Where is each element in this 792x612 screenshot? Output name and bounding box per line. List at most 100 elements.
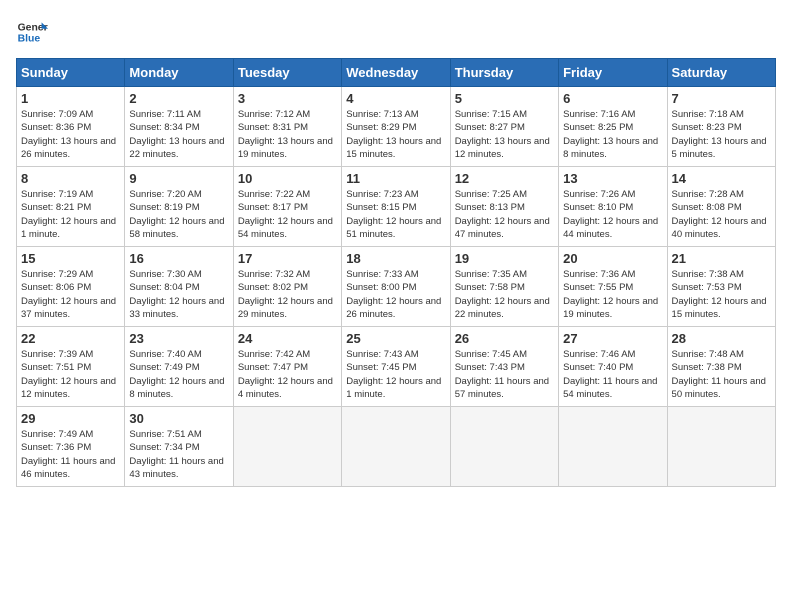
calendar-week-row: 1Sunrise: 7:09 AMSunset: 8:36 PMDaylight…: [17, 87, 776, 167]
calendar-cell: 25 Sunrise: 7:43 AMSunset: 7:45 PMDayligh…: [342, 327, 450, 407]
day-number: 15: [21, 251, 120, 266]
day-number: 9: [129, 171, 228, 186]
day-header-friday: Friday: [559, 59, 667, 87]
day-number: 4: [346, 91, 445, 106]
day-number: 2: [129, 91, 228, 106]
day-number: 20: [563, 251, 662, 266]
day-number: 3: [238, 91, 337, 106]
day-number: 6: [563, 91, 662, 106]
day-number: 7: [672, 91, 771, 106]
day-info: Sunrise: 7:36 AMSunset: 7:55 PMDaylight:…: [563, 268, 662, 321]
day-number: 8: [21, 171, 120, 186]
day-info: Sunrise: 7:23 AMSunset: 8:15 PMDaylight:…: [346, 188, 445, 241]
calendar-cell: 11 Sunrise: 7:23 AMSunset: 8:15 PMDayligh…: [342, 167, 450, 247]
day-number: 16: [129, 251, 228, 266]
calendar-cell: 5Sunrise: 7:15 AMSunset: 8:27 PMDaylight…: [450, 87, 558, 167]
day-number: 30: [129, 411, 228, 426]
day-info: Sunrise: 7:29 AMSunset: 8:06 PMDaylight:…: [21, 268, 120, 321]
day-header-thursday: Thursday: [450, 59, 558, 87]
day-info: Sunrise: 7:11 AMSunset: 8:34 PMDaylight:…: [129, 108, 228, 161]
day-number: 18: [346, 251, 445, 266]
day-info: Sunrise: 7:45 AMSunset: 7:43 PMDaylight:…: [455, 348, 554, 401]
calendar-cell: [233, 407, 341, 487]
calendar-cell: 21 Sunrise: 7:38 AMSunset: 7:53 PMDayligh…: [667, 247, 775, 327]
day-number: 13: [563, 171, 662, 186]
calendar-cell: 1Sunrise: 7:09 AMSunset: 8:36 PMDaylight…: [17, 87, 125, 167]
day-number: 29: [21, 411, 120, 426]
day-info: Sunrise: 7:39 AMSunset: 7:51 PMDaylight:…: [21, 348, 120, 401]
day-number: 17: [238, 251, 337, 266]
day-number: 28: [672, 331, 771, 346]
day-info: Sunrise: 7:13 AMSunset: 8:29 PMDaylight:…: [346, 108, 445, 161]
day-number: 12: [455, 171, 554, 186]
calendar-cell: 20 Sunrise: 7:36 AMSunset: 7:55 PMDayligh…: [559, 247, 667, 327]
calendar-cell: 17Sunrise: 7:32 AMSunset: 8:02 PMDayligh…: [233, 247, 341, 327]
calendar-cell: 13 Sunrise: 7:26 AMSunset: 8:10 PMDayligh…: [559, 167, 667, 247]
day-info: Sunrise: 7:18 AMSunset: 8:23 PMDaylight:…: [672, 108, 771, 161]
calendar-cell: 6 Sunrise: 7:16 AMSunset: 8:25 PMDaylight…: [559, 87, 667, 167]
calendar-cell: 14Sunrise: 7:28 AMSunset: 8:08 PMDayligh…: [667, 167, 775, 247]
calendar-week-row: 15 Sunrise: 7:29 AMSunset: 8:06 PMDayligh…: [17, 247, 776, 327]
calendar-week-row: 8 Sunrise: 7:19 AMSunset: 8:21 PMDaylight…: [17, 167, 776, 247]
day-info: Sunrise: 7:33 AMSunset: 8:00 PMDaylight:…: [346, 268, 445, 321]
page-header: General Blue: [16, 16, 776, 48]
calendar-cell: 15 Sunrise: 7:29 AMSunset: 8:06 PMDayligh…: [17, 247, 125, 327]
calendar-cell: 26 Sunrise: 7:45 AMSunset: 7:43 PMDayligh…: [450, 327, 558, 407]
calendar-cell: [667, 407, 775, 487]
day-info: Sunrise: 7:42 AMSunset: 7:47 PMDaylight:…: [238, 348, 337, 401]
calendar-cell: 12 Sunrise: 7:25 AMSunset: 8:13 PMDayligh…: [450, 167, 558, 247]
day-info: Sunrise: 7:20 AMSunset: 8:19 PMDaylight:…: [129, 188, 228, 241]
day-info: Sunrise: 7:38 AMSunset: 7:53 PMDaylight:…: [672, 268, 771, 321]
logo: General Blue: [16, 16, 48, 48]
calendar-table: SundayMondayTuesdayWednesdayThursdayFrid…: [16, 58, 776, 487]
calendar-cell: [342, 407, 450, 487]
day-number: 27: [563, 331, 662, 346]
day-number: 26: [455, 331, 554, 346]
day-info: Sunrise: 7:49 AMSunset: 7:36 PMDaylight:…: [21, 428, 120, 481]
logo-icon: General Blue: [16, 16, 48, 48]
svg-text:Blue: Blue: [18, 34, 41, 45]
day-number: 24: [238, 331, 337, 346]
calendar-cell: 8 Sunrise: 7:19 AMSunset: 8:21 PMDaylight…: [17, 167, 125, 247]
calendar-cell: 18 Sunrise: 7:33 AMSunset: 8:00 PMDayligh…: [342, 247, 450, 327]
calendar-cell: 24 Sunrise: 7:42 AMSunset: 7:47 PMDayligh…: [233, 327, 341, 407]
calendar-cell: 30 Sunrise: 7:51 AMSunset: 7:34 PMDayligh…: [125, 407, 233, 487]
day-info: Sunrise: 7:35 AMSunset: 7:58 PMDaylight:…: [455, 268, 554, 321]
day-info: Sunrise: 7:51 AMSunset: 7:34 PMDaylight:…: [129, 428, 228, 481]
day-header-sunday: Sunday: [17, 59, 125, 87]
calendar-cell: 16Sunrise: 7:30 AMSunset: 8:04 PMDayligh…: [125, 247, 233, 327]
calendar-week-row: 29 Sunrise: 7:49 AMSunset: 7:36 PMDayligh…: [17, 407, 776, 487]
day-info: Sunrise: 7:43 AMSunset: 7:45 PMDaylight:…: [346, 348, 445, 401]
day-info: Sunrise: 7:19 AMSunset: 8:21 PMDaylight:…: [21, 188, 120, 241]
calendar-cell: 22 Sunrise: 7:39 AMSunset: 7:51 PMDayligh…: [17, 327, 125, 407]
day-number: 22: [21, 331, 120, 346]
day-info: Sunrise: 7:48 AMSunset: 7:38 PMDaylight:…: [672, 348, 771, 401]
calendar-cell: 23Sunrise: 7:40 AMSunset: 7:49 PMDayligh…: [125, 327, 233, 407]
day-info: Sunrise: 7:26 AMSunset: 8:10 PMDaylight:…: [563, 188, 662, 241]
day-number: 10: [238, 171, 337, 186]
day-info: Sunrise: 7:25 AMSunset: 8:13 PMDaylight:…: [455, 188, 554, 241]
day-header-wednesday: Wednesday: [342, 59, 450, 87]
calendar-cell: 7 Sunrise: 7:18 AMSunset: 8:23 PMDaylight…: [667, 87, 775, 167]
day-info: Sunrise: 7:12 AMSunset: 8:31 PMDaylight:…: [238, 108, 337, 161]
day-number: 23: [129, 331, 228, 346]
day-info: Sunrise: 7:16 AMSunset: 8:25 PMDaylight:…: [563, 108, 662, 161]
day-info: Sunrise: 7:22 AMSunset: 8:17 PMDaylight:…: [238, 188, 337, 241]
day-header-saturday: Saturday: [667, 59, 775, 87]
calendar-cell: [559, 407, 667, 487]
calendar-cell: 29 Sunrise: 7:49 AMSunset: 7:36 PMDayligh…: [17, 407, 125, 487]
calendar-cell: 3 Sunrise: 7:12 AMSunset: 8:31 PMDaylight…: [233, 87, 341, 167]
day-header-tuesday: Tuesday: [233, 59, 341, 87]
calendar-week-row: 22 Sunrise: 7:39 AMSunset: 7:51 PMDayligh…: [17, 327, 776, 407]
day-info: Sunrise: 7:15 AMSunset: 8:27 PMDaylight:…: [455, 108, 554, 161]
calendar-cell: 10 Sunrise: 7:22 AMSunset: 8:17 PMDayligh…: [233, 167, 341, 247]
day-number: 21: [672, 251, 771, 266]
day-number: 11: [346, 171, 445, 186]
calendar-cell: 27 Sunrise: 7:46 AMSunset: 7:40 PMDayligh…: [559, 327, 667, 407]
calendar-header-row: SundayMondayTuesdayWednesdayThursdayFrid…: [17, 59, 776, 87]
calendar-cell: [450, 407, 558, 487]
calendar-cell: 4 Sunrise: 7:13 AMSunset: 8:29 PMDaylight…: [342, 87, 450, 167]
day-number: 1: [21, 91, 120, 106]
day-info: Sunrise: 7:46 AMSunset: 7:40 PMDaylight:…: [563, 348, 662, 401]
day-number: 25: [346, 331, 445, 346]
